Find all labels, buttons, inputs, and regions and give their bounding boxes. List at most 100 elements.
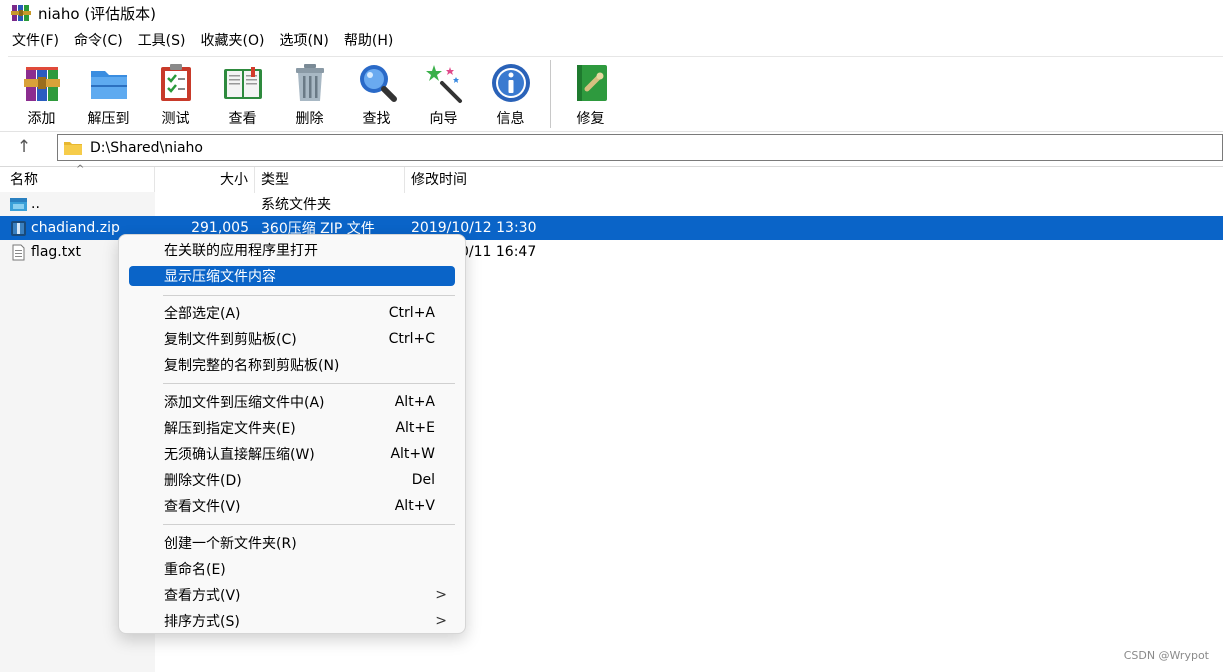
menu-item-label: 删除文件(D) bbox=[164, 473, 242, 489]
menu-help[interactable]: 帮助(H) bbox=[338, 28, 402, 54]
menu-item-label: 复制完整的名称到剪贴板(N) bbox=[164, 358, 340, 374]
menu-item-open-in-associated-app[interactable]: 在关联的应用程序里打开 bbox=[129, 240, 455, 260]
test-button[interactable]: 测试 bbox=[142, 57, 209, 131]
menu-item-rename[interactable]: 重命名(E) bbox=[129, 559, 455, 579]
toolbar-separator bbox=[550, 60, 551, 128]
menu-separator bbox=[163, 524, 455, 525]
info-label: 信息 bbox=[496, 111, 525, 127]
open-book-icon bbox=[221, 61, 265, 105]
wizard-label: 向导 bbox=[429, 111, 458, 127]
sort-ascending-icon: ^ bbox=[76, 164, 85, 175]
menu-command[interactable]: 命令(C) bbox=[68, 28, 132, 54]
magnifier-icon bbox=[355, 61, 399, 105]
menu-item-shortcut: Alt+A bbox=[394, 394, 435, 410]
menu-item-label: 添加文件到压缩文件中(A) bbox=[164, 395, 325, 411]
title-bar: niaho (评估版本) bbox=[0, 0, 1223, 26]
column-type[interactable]: 类型 bbox=[255, 167, 405, 193]
menu-item-shortcut: Del bbox=[411, 472, 435, 488]
menu-item-label: 无须确认直接解压缩(W) bbox=[164, 447, 315, 463]
menu-item-label: 全部选定(A) bbox=[164, 306, 241, 322]
delete-button[interactable]: 删除 bbox=[276, 57, 343, 131]
file-type: 系统文件夹 bbox=[261, 197, 331, 213]
column-modified[interactable]: 修改时间 bbox=[405, 167, 1223, 193]
menu-options[interactable]: 选项(N) bbox=[273, 28, 337, 54]
extract-to-button[interactable]: 解压到 bbox=[75, 57, 142, 131]
menu-bar: 文件(F) 命令(C) 工具(S) 收藏夹(O) 选项(N) 帮助(H) bbox=[0, 28, 1223, 54]
info-button[interactable]: 信息 bbox=[477, 57, 544, 131]
menu-item-extract-to-folder[interactable]: 解压到指定文件夹(E) Alt+E bbox=[129, 418, 455, 438]
extract-to-label: 解压到 bbox=[87, 111, 130, 127]
file-row-parent[interactable]: .. 系统文件夹 bbox=[0, 192, 1223, 216]
add-label: 添加 bbox=[27, 111, 56, 127]
menu-item-shortcut: Alt+E bbox=[395, 420, 435, 436]
menu-item-label: 查看文件(V) bbox=[164, 499, 241, 515]
magic-wand-icon bbox=[422, 61, 466, 105]
menu-item-shortcut: Ctrl+C bbox=[388, 331, 435, 347]
books-add-icon bbox=[20, 61, 64, 105]
address-row: ↑ D:\Shared\niaho bbox=[0, 131, 1223, 161]
menu-item-extract-without-confirm[interactable]: 无须确认直接解压缩(W) Alt+W bbox=[129, 444, 455, 464]
winrar-app-icon bbox=[11, 3, 31, 23]
menu-file[interactable]: 文件(F) bbox=[0, 28, 68, 54]
chevron-right-icon: > bbox=[435, 587, 447, 603]
menu-item-select-all[interactable]: 全部选定(A) Ctrl+A bbox=[129, 303, 455, 323]
view-label: 查看 bbox=[228, 111, 257, 127]
up-arrow-icon[interactable]: ↑ bbox=[0, 132, 48, 162]
menu-favorites[interactable]: 收藏夹(O) bbox=[195, 28, 274, 54]
file-name: .. bbox=[31, 196, 40, 212]
menu-item-shortcut: Ctrl+A bbox=[388, 305, 435, 321]
column-size[interactable]: 大小 bbox=[155, 167, 255, 193]
zip-archive-icon bbox=[10, 220, 27, 237]
menu-item-copy-to-clipboard[interactable]: 复制文件到剪贴板(C) Ctrl+C bbox=[129, 329, 455, 349]
clipboard-test-icon bbox=[154, 61, 198, 105]
trash-can-icon bbox=[288, 61, 332, 105]
context-menu: 在关联的应用程序里打开 显示压缩文件内容 全部选定(A) Ctrl+A 复制文件… bbox=[118, 234, 466, 634]
menu-item-shortcut: Alt+W bbox=[390, 446, 435, 462]
address-bar[interactable]: D:\Shared\niaho bbox=[57, 134, 1223, 161]
folder-extract-icon bbox=[87, 61, 131, 105]
menu-item-view-mode[interactable]: 查看方式(V) > bbox=[129, 585, 455, 605]
menu-item-show-archive-contents[interactable]: 显示压缩文件内容 bbox=[129, 266, 455, 286]
menu-item-copy-full-name[interactable]: 复制完整的名称到剪贴板(N) bbox=[129, 355, 455, 375]
parent-folder-icon bbox=[10, 196, 27, 213]
column-name[interactable]: 名称 ^ bbox=[0, 164, 155, 193]
window-title: niaho (评估版本) bbox=[38, 4, 157, 23]
repair-label: 修复 bbox=[576, 111, 605, 127]
repair-button[interactable]: 修复 bbox=[557, 57, 624, 131]
find-button[interactable]: 查找 bbox=[343, 57, 410, 131]
menu-item-label: 重命名(E) bbox=[164, 562, 226, 578]
menu-item-label: 解压到指定文件夹(E) bbox=[164, 421, 296, 437]
file-list-header: 名称 ^ 大小 类型 修改时间 bbox=[0, 164, 1223, 193]
column-name-label: 名称 bbox=[10, 172, 38, 188]
watermark: CSDN @Wrypot bbox=[1123, 649, 1209, 662]
menu-item-label: 创建一个新文件夹(R) bbox=[164, 536, 297, 552]
menu-item-label: 在关联的应用程序里打开 bbox=[164, 243, 318, 259]
folder-icon bbox=[64, 141, 82, 155]
wizard-button[interactable]: 向导 bbox=[410, 57, 477, 131]
info-icon bbox=[489, 61, 533, 105]
menu-item-view-file[interactable]: 查看文件(V) Alt+V bbox=[129, 496, 455, 516]
menu-tools[interactable]: 工具(S) bbox=[132, 28, 195, 54]
menu-item-label: 排序方式(S) bbox=[164, 614, 240, 630]
menu-item-label: 查看方式(V) bbox=[164, 588, 241, 604]
delete-label: 删除 bbox=[295, 111, 324, 127]
add-button[interactable]: 添加 bbox=[8, 57, 75, 131]
text-file-icon bbox=[10, 244, 27, 261]
menu-item-delete-files[interactable]: 删除文件(D) Del bbox=[129, 470, 455, 490]
address-path: D:\Shared\niaho bbox=[90, 139, 203, 156]
file-name: flag.txt bbox=[31, 244, 81, 260]
view-button[interactable]: 查看 bbox=[209, 57, 276, 131]
menu-item-shortcut: Alt+V bbox=[394, 498, 435, 514]
repair-kit-icon bbox=[569, 61, 613, 105]
menu-item-add-to-archive[interactable]: 添加文件到压缩文件中(A) Alt+A bbox=[129, 392, 455, 412]
menu-item-label: 显示压缩文件内容 bbox=[164, 269, 276, 285]
toolbar: 添加 解压到 测试 查看 删除 查找 向导 信息 修复 bbox=[8, 56, 1223, 130]
menu-item-sort-mode[interactable]: 排序方式(S) > bbox=[129, 611, 455, 631]
test-label: 测试 bbox=[161, 111, 190, 127]
menu-separator bbox=[163, 295, 455, 296]
menu-item-new-folder[interactable]: 创建一个新文件夹(R) bbox=[129, 533, 455, 553]
menu-item-label: 复制文件到剪贴板(C) bbox=[164, 332, 297, 348]
menu-separator bbox=[163, 383, 455, 384]
file-name: chadiand.zip bbox=[31, 220, 120, 236]
chevron-right-icon: > bbox=[435, 613, 447, 629]
